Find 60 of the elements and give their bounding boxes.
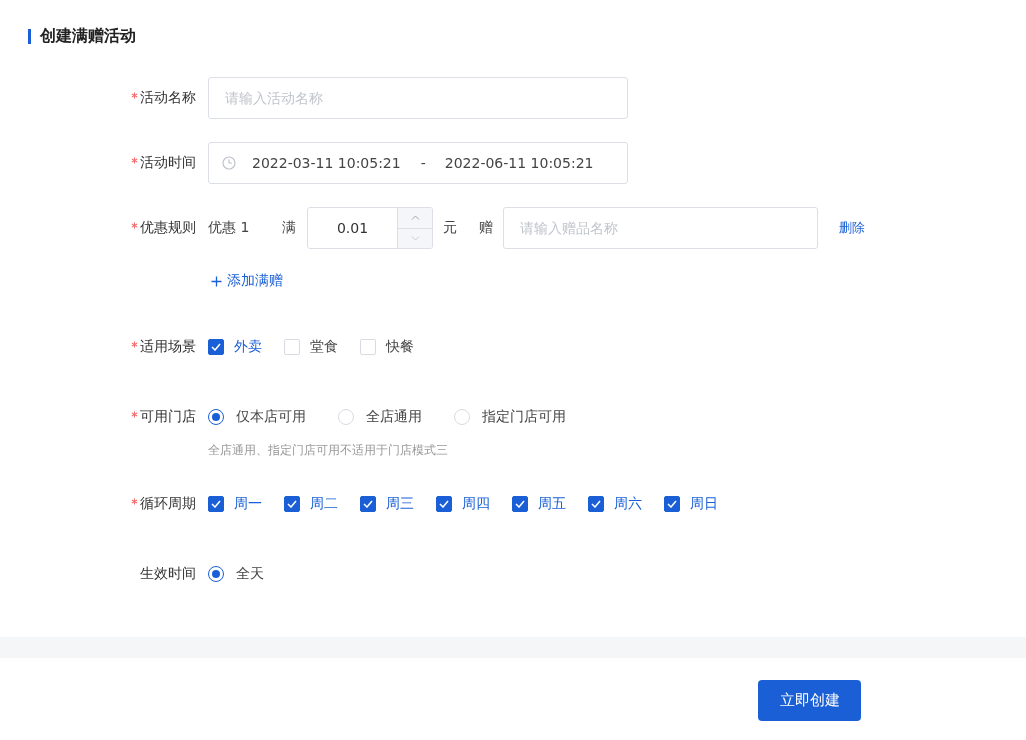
chevron-down-icon [410,235,420,241]
checkbox[interactable] [208,339,224,355]
create-button[interactable]: 立即创建 [758,680,861,721]
check-icon [211,343,221,351]
unit-label: 元 [443,219,457,237]
plus-icon [211,275,222,287]
delete-link[interactable]: 删除 [839,219,865,237]
checkbox-label: 外卖 [234,338,262,356]
checkbox[interactable] [360,496,376,512]
field-label: 适用场景 [140,338,196,356]
gift-label: 赠 [479,219,493,237]
title-accent-bar [28,28,31,44]
field-label: 活动时间 [140,154,196,172]
rule-name: 优惠 1 [208,219,251,237]
start-datetime: 2022-03-11 10:05:21 [252,155,401,171]
amount-value: 0.01 [335,219,370,238]
checkbox-label: 周三 [386,495,414,513]
threshold-label: 满 [282,219,297,237]
radio-label: 仅本店可用 [236,408,306,426]
page-title: 创建满赠活动 [40,25,136,47]
hint-text: 全店通用、指定门店可用不适用于门店模式三 [208,442,449,459]
checkbox[interactable] [208,496,224,512]
radio-label: 全天 [236,565,264,583]
checkbox[interactable] [512,496,528,512]
radio-button[interactable] [208,566,224,582]
radio-button[interactable] [208,409,224,425]
radio-label: 指定门店可用 [482,408,566,426]
field-label: 活动名称 [140,89,196,107]
check-icon [515,500,525,508]
checkbox-label: 快餐 [386,338,414,356]
checkbox-label: 周日 [690,495,718,513]
checkbox-label: 周一 [234,495,262,513]
text-input-field[interactable]: 请输入活动名称 [208,77,628,119]
check-icon [591,500,601,508]
checkbox-label: 堂食 [310,338,338,356]
gift-name-input[interactable]: 请输入赠品名称 [503,207,818,249]
radio-label: 全店通用 [366,408,422,426]
end-datetime: 2022-06-11 10:05:21 [444,155,594,171]
check-icon [439,500,449,508]
check-icon [667,500,677,508]
checkbox-label: 周五 [538,495,566,513]
clock-icon [222,156,236,170]
add-rule-link[interactable]: 添加满赠 [211,271,283,291]
field-label: 生效时间 [140,565,196,583]
checkbox-label: 周六 [614,495,642,513]
checkbox[interactable] [664,496,680,512]
checkbox-label: 周二 [310,495,338,513]
field-label: 优惠规则 [140,219,196,237]
check-icon [287,500,297,508]
checkbox[interactable] [284,496,300,512]
check-icon [211,500,221,508]
date-range-field[interactable]: 2022-03-11 10:05:21 - 2022-06-11 10:05:21 [208,142,628,184]
checkbox[interactable] [588,496,604,512]
check-icon [363,500,373,508]
field-label: 可用门店 [140,408,196,426]
field-label: 循环周期 [140,495,196,513]
checkbox-label: 周四 [462,495,490,513]
range-separator: - [420,155,426,171]
chevron-up-icon [410,215,420,221]
checkbox[interactable] [436,496,452,512]
